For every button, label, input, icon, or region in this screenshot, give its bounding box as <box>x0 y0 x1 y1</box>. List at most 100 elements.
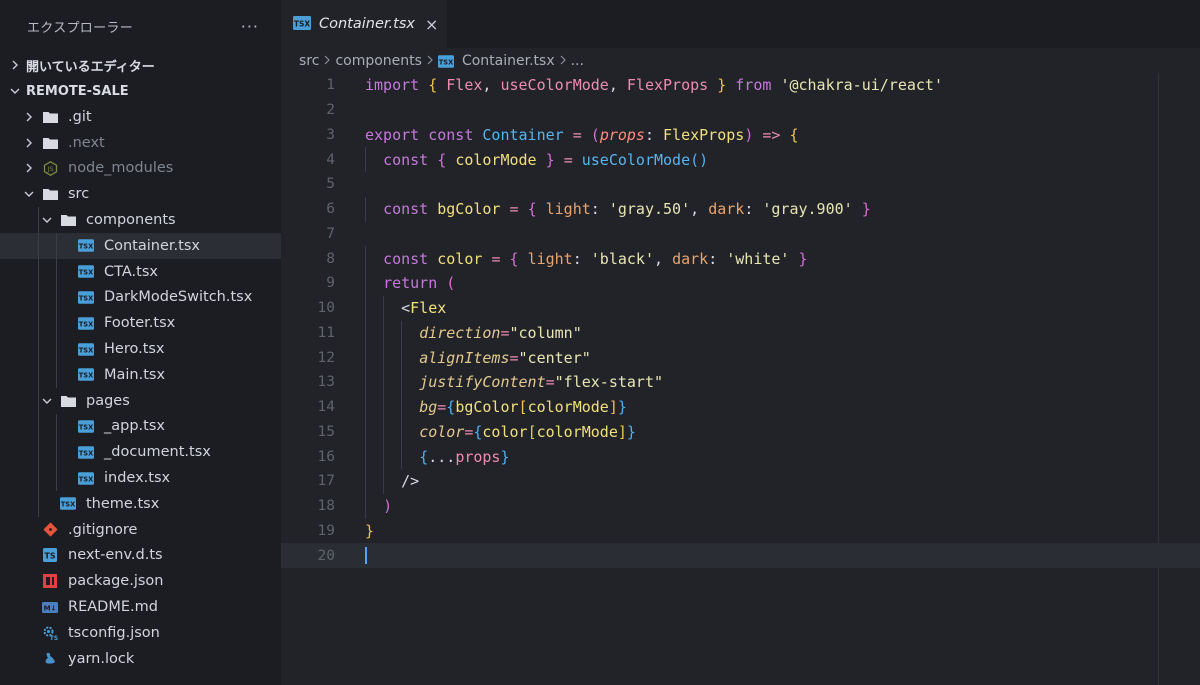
file-tree-label: theme.tsx <box>86 495 160 512</box>
file-tree-label: Footer.tsx <box>104 315 176 332</box>
more-actions-icon[interactable]: ··· <box>241 17 259 36</box>
line-number: 19 <box>317 522 335 539</box>
code-token: , <box>608 76 627 95</box>
code-token: const <box>383 200 429 219</box>
file-tree-item[interactable]: TSX _document.tsx <box>0 439 281 466</box>
breadcrumb-src[interactable]: src <box>299 53 319 69</box>
file-tree-item[interactable]: TSX Footer.tsx <box>0 310 281 337</box>
file-tree-item[interactable]: TSX index.tsx <box>0 465 281 491</box>
line-number: 9 <box>326 275 335 292</box>
code-text: ) <box>365 497 392 515</box>
nodejs-folder-icon: JS <box>42 160 58 176</box>
indent-guide <box>56 465 57 491</box>
code-line: 20 <box>281 543 1200 568</box>
file-tree-item[interactable]: components <box>0 207 281 233</box>
breadcrumb-file[interactable]: Container.tsx <box>462 53 555 69</box>
file-tree-item[interactable]: JS node_modules <box>0 156 281 182</box>
code-token: { <box>428 76 438 95</box>
breadcrumb-components[interactable]: components <box>335 53 422 69</box>
file-tree-item[interactable]: TSX _app.tsx <box>0 413 281 440</box>
line-number: 1 <box>326 77 335 94</box>
file-tree-item[interactable]: TS next-env.d.ts <box>0 543 281 569</box>
file-tree-item[interactable]: TS tsconfig.json <box>0 620 281 646</box>
file-tree-item[interactable]: TSX Main.tsx <box>0 361 281 388</box>
code-token: color <box>482 422 528 441</box>
code-token: 'black' <box>590 249 654 268</box>
close-icon[interactable]: × <box>425 15 438 34</box>
file-tree-label: package.json <box>68 573 164 590</box>
file-tree-label: node_modules <box>68 160 174 177</box>
indent-guide <box>38 232 39 259</box>
file-tree-item[interactable]: package.json <box>0 568 281 594</box>
file-tree-item[interactable]: M↓ README.md <box>0 594 281 620</box>
code-text: <Flex <box>365 299 446 317</box>
code-token: useColorMode <box>581 150 691 169</box>
code-token: Flex <box>446 76 483 95</box>
indent-guide <box>38 361 39 388</box>
open-editors-section[interactable]: 開いているエディター <box>0 52 281 78</box>
svg-text:TSX: TSX <box>61 501 75 509</box>
file-tree-label: components <box>86 212 176 229</box>
code-text: justifyContent="flex-start" <box>365 373 663 391</box>
npm-icon <box>42 573 58 589</box>
file-tree-item[interactable]: .git <box>0 104 281 130</box>
yarn-icon <box>42 651 58 667</box>
code-text: const { colorMode } = useColorMode() <box>365 151 708 169</box>
code-token: '@chakra-ui/react' <box>780 76 943 95</box>
code-token: alignItems <box>419 348 510 367</box>
file-tree-item[interactable]: TSX DarkModeSwitch.tsx <box>0 284 281 311</box>
code-token: "center" <box>518 348 591 367</box>
svg-text:TS: TS <box>50 635 58 641</box>
code-token: } <box>626 422 636 441</box>
code-line: 9 return ( <box>281 271 1200 296</box>
code-token: ( <box>446 274 456 293</box>
code-text: direction="column" <box>365 324 582 342</box>
code-token: : <box>572 249 591 268</box>
file-tree-item[interactable]: pages <box>0 387 281 414</box>
code-line: 15 color={color[colorMode]} <box>281 419 1200 445</box>
code-token: 'gray.900' <box>762 200 853 219</box>
indent-guide <box>56 336 57 362</box>
line-number: 20 <box>317 547 335 564</box>
file-tree-item[interactable]: TSX theme.tsx <box>0 490 281 517</box>
code-text: const bgColor = { light: 'gray.50', dark… <box>365 200 871 218</box>
code-token: colorMode <box>527 398 609 417</box>
file-tree-item[interactable]: .next <box>0 130 281 156</box>
svg-text:TSX: TSX <box>79 295 93 303</box>
line-number: 12 <box>317 349 335 366</box>
code-token: = <box>437 398 447 417</box>
file-tree: .git .next JS node_modulessrc components TSX C… <box>0 104 281 672</box>
breadcrumb-more[interactable]: ... <box>571 53 584 69</box>
file-tree-item[interactable]: TSX Hero.tsx <box>0 336 281 362</box>
file-tree-item[interactable]: TSX Container.tsx <box>0 232 281 259</box>
code-token: light <box>527 249 573 268</box>
svg-text:TSX: TSX <box>79 320 93 328</box>
code-token: props <box>455 447 501 466</box>
project-section[interactable]: REMOTE-SALE <box>0 78 281 104</box>
code-line: 6 const bgColor = { light: 'gray.50', da… <box>281 196 1200 222</box>
indent-guide <box>56 284 57 311</box>
indent-guide <box>56 413 57 440</box>
file-tree-item[interactable]: yarn.lock <box>0 646 281 672</box>
file-tree-item[interactable]: TSX CTA.tsx <box>0 258 281 285</box>
indent-guide <box>56 232 57 259</box>
code-token: = <box>509 348 519 367</box>
tab-container-tsx[interactable]: TSX Container.tsx × <box>281 0 447 48</box>
file-tree-item[interactable]: .gitignore <box>0 517 281 543</box>
code-editor[interactable]: 1 import { Flex, useColorMode, FlexProps … <box>281 73 1200 568</box>
code-token: "flex-start" <box>554 373 664 392</box>
line-number: 5 <box>326 176 335 193</box>
code-token: , <box>482 76 501 95</box>
code-token: } <box>798 249 808 268</box>
line-number: 6 <box>326 201 335 218</box>
code-line: 4 const { colorMode } = useColorMode() <box>281 147 1200 172</box>
indent-guide <box>38 284 39 311</box>
file-tree-item[interactable]: src <box>0 181 281 207</box>
